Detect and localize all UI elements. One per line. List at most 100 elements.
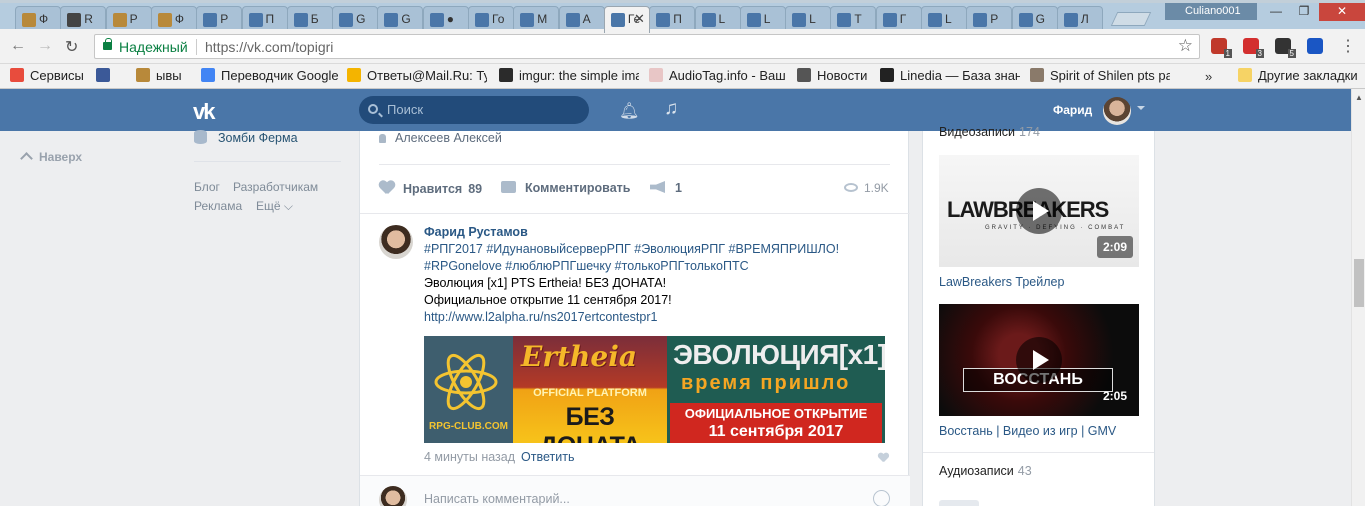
header-avatar[interactable] <box>1103 97 1131 125</box>
close-tab-icon[interactable]: ✕ <box>634 11 645 27</box>
play-icon[interactable] <box>1016 337 1062 383</box>
lock-icon <box>103 38 112 50</box>
bookmark-label: Spirit of Shilen pts ра <box>1050 68 1170 83</box>
profile-button[interactable]: Culiano001 <box>1165 3 1257 20</box>
notifications-bell-icon[interactable]: 🔔︎ <box>619 101 639 121</box>
comment-hashtags-line1[interactable]: #РПГ2017 #ИдунановыйсерверРПГ #ЭволюцияР… <box>424 241 839 258</box>
bookmarks-overflow-button[interactable]: » <box>1205 69 1212 84</box>
video-title-vosstan[interactable]: Восстань | Видео из игр | GMV <box>939 424 1116 438</box>
vk-logo-icon <box>293 13 308 27</box>
reply-button[interactable]: Ответить <box>521 450 574 464</box>
banner-platform: OFFICIAL PLATFORM <box>533 387 647 399</box>
banner-tagline: время пришло <box>681 372 851 394</box>
tab-title: Го <box>492 12 505 26</box>
facebook-icon <box>96 68 110 82</box>
chrome-menu-icon[interactable]: ⋮ <box>1340 36 1356 56</box>
scrollbar-thumb[interactable] <box>1354 259 1364 307</box>
bookmark-item[interactable]: ывы <box>136 68 196 86</box>
bookmarks-bar: Сервисы ывы Переводчик Google Ответы@Mail.R… <box>0 64 1365 89</box>
comment-like-heart-icon[interactable] <box>878 453 890 464</box>
header-user-name[interactable]: Фарид <box>1053 103 1092 117</box>
scroll-to-top-button[interactable]: Наверх <box>20 150 82 165</box>
question-icon <box>347 68 361 82</box>
back-icon[interactable]: ← <box>10 37 26 55</box>
vk-logo-icon <box>928 13 942 27</box>
app-icon <box>194 130 207 144</box>
chevron-down-icon[interactable] <box>1137 106 1145 110</box>
adblock-icon[interactable]: 1 <box>1211 38 1232 58</box>
forward-icon[interactable]: → <box>37 37 53 55</box>
other-bookmarks[interactable]: Другие закладки <box>1238 68 1358 86</box>
person-icon <box>379 134 386 143</box>
search-placeholder: Поиск <box>387 102 424 117</box>
bookmark-item[interactable] <box>96 68 126 86</box>
vk-logo-icon <box>610 13 625 27</box>
bookmark-item[interactable]: imgur: the simple ima <box>499 68 639 86</box>
gov-emblem <box>136 68 150 82</box>
comment-image[interactable]: RPG-CLUB.COM Ertheia OFFICIAL PLATFORM Б… <box>424 336 885 443</box>
sidebar-item-zombie-farm[interactable]: Зомби Ферма <box>194 130 298 145</box>
banner-opening-box: ОФИЦИАЛЬНОЕ ОТКРЫТИЕ 11 сентября 2017 <box>670 403 882 443</box>
audio-header[interactable]: Аудиозаписи 43 <box>939 464 1032 478</box>
emoji-smile-icon[interactable] <box>873 490 890 506</box>
megaphone-icon <box>650 181 665 193</box>
vk-logo-icon <box>1018 13 1033 27</box>
comment-time[interactable]: 4 минуты назад <box>424 450 515 464</box>
video-title-lawbreakers[interactable]: LawBreakers Трейлер <box>939 275 1064 289</box>
bookmark-star-icon[interactable]: ☆ <box>1178 36 1193 56</box>
close-window-button[interactable]: ✕ <box>1319 3 1365 21</box>
footer-link-blog[interactable]: Блог <box>194 180 220 194</box>
comment-input[interactable]: Написать комментарий... <box>424 492 570 506</box>
vk-logo-icon <box>384 13 399 27</box>
bookmark-item[interactable]: Переводчик Google <box>201 68 341 86</box>
bookmark-item[interactable]: Сервисы <box>10 68 90 86</box>
footer-link-ads[interactable]: Реклама <box>194 199 242 213</box>
vk-logo-icon[interactable]: vk <box>193 99 216 125</box>
eye-icon <box>844 183 858 192</box>
bookmark-item[interactable]: Новости <box>797 68 877 86</box>
extension-badge: 5 <box>1287 49 1296 58</box>
mask-icon[interactable]: 5 <box>1275 38 1296 58</box>
footer-link-developers[interactable]: Разработчикам <box>233 180 318 194</box>
tab-title: П <box>673 12 682 26</box>
url-text[interactable]: https://vk.com/topigri <box>205 39 333 55</box>
browser-tab-strip: Ф R Р Ф Р П Б G G ● Го М А Ге ✕ П L L L Т Г L Р G Л Culiano001 —… <box>0 0 1365 33</box>
comment-hashtags-line2[interactable]: #RPGonelove #люблюРПГшечку #толькоРПГтол… <box>424 258 749 275</box>
vk-logo-icon <box>701 13 716 27</box>
comment-author-avatar[interactable] <box>379 225 413 259</box>
vk-logo-icon <box>656 13 671 27</box>
bookmark-item[interactable]: AudioTag.info - Ваш <box>649 68 789 86</box>
vk-logo-icon <box>475 13 489 27</box>
like-button[interactable]: Нравится 89 <box>379 181 482 196</box>
play-icon[interactable] <box>1016 188 1062 234</box>
music-note-icon[interactable]: ♫ <box>664 98 678 120</box>
opera-icon[interactable]: 3 <box>1243 38 1264 58</box>
comment-author[interactable]: Фарид Рустамов <box>424 225 528 239</box>
page-scrollbar[interactable]: ▲ <box>1351 89 1365 506</box>
tab-title: Л <box>1080 12 1089 26</box>
maximize-button[interactable]: ❐ <box>1290 3 1318 21</box>
scroll-up-icon[interactable]: ▲ <box>1355 93 1363 102</box>
minimize-button[interactable]: — <box>1262 3 1290 21</box>
tab-title: G <box>356 12 366 26</box>
share-button[interactable]: 1 <box>650 181 682 195</box>
tab-title: Р <box>129 12 138 26</box>
translate-icon[interactable] <box>1307 38 1323 54</box>
videos-header[interactable]: Видеозаписи 174 <box>939 125 1040 139</box>
comment-button[interactable]: Комментировать <box>501 181 630 195</box>
footer-link-more[interactable]: Ещё ⌵ <box>256 199 293 214</box>
new-tab-button[interactable] <box>1110 12 1152 26</box>
reload-icon[interactable]: ↻ <box>65 37 78 57</box>
bookmark-item[interactable]: Linedia — База знан <box>880 68 1020 86</box>
address-bar[interactable]: Надежный https://vk.com/topigri ☆ <box>94 34 1200 59</box>
comment-link[interactable]: http://www.l2alpha.ru/ns2017ertcontestpr… <box>424 309 657 326</box>
post-card: Алексеев Алексей Нравится 89 Комментирова… <box>359 131 910 506</box>
bookmark-item[interactable]: Ответы@Mail.Ru: Ту <box>347 68 487 86</box>
audio-thumb[interactable] <box>939 500 979 506</box>
browser-tab-active[interactable]: Ге ✕ <box>603 6 650 33</box>
video-thumb-vosstan[interactable]: ВОССТАНЬ 2:05 <box>939 304 1139 416</box>
search-input[interactable]: Поиск <box>359 96 589 124</box>
bookmark-item[interactable]: Spirit of Shilen pts ра <box>1030 68 1170 86</box>
video-thumb-lawbreakers[interactable]: LAWBREAKERS GRAVITY · DEFYING · COMBAT 2… <box>939 155 1139 267</box>
prev-post-signature[interactable]: Алексеев Алексей <box>379 131 502 145</box>
